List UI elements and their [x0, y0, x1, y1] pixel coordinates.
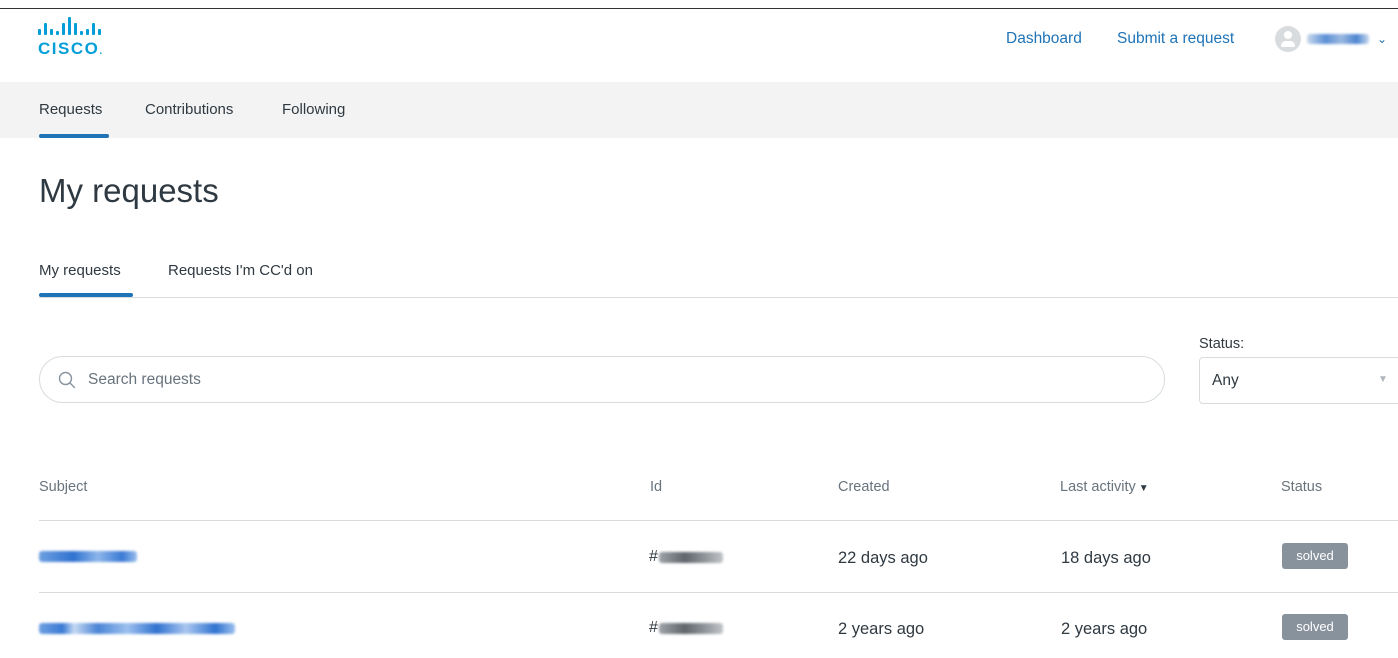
cisco-logo-bars-icon [38, 17, 138, 35]
request-subject-link-redacted[interactable] [39, 623, 235, 634]
column-header-created: Created [838, 479, 890, 495]
table-divider [39, 520, 1398, 521]
user-menu-button[interactable]: ⌄ [1275, 26, 1387, 52]
column-header-last-activity-label: Last activity [1060, 479, 1136, 495]
request-id: # [649, 619, 723, 637]
cisco-logo-wordmark: CISCO. [38, 39, 104, 58]
search-input[interactable] [88, 357, 1138, 402]
request-created: 22 days ago [838, 549, 928, 567]
caret-down-icon: ▼ [1378, 374, 1388, 385]
request-created: 2 years ago [838, 620, 925, 638]
table-divider [39, 592, 1398, 593]
sort-descending-icon: ▼ [1138, 483, 1149, 494]
subnav-item-contributions[interactable]: Contributions [145, 101, 233, 118]
status-filter-label: Status: [1199, 336, 1245, 352]
cisco-logo[interactable]: CISCO. [38, 17, 138, 67]
request-id-redacted [658, 622, 723, 634]
request-id-redacted [658, 551, 723, 563]
dashboard-link[interactable]: Dashboard [1006, 30, 1082, 48]
request-last-activity: 18 days ago [1061, 549, 1151, 567]
column-header-subject: Subject [39, 479, 88, 495]
site-header: CISCO. Dashboard Submit a request ⌄ [0, 9, 1398, 82]
request-id: # [649, 548, 723, 566]
status-filter-value: Any [1212, 372, 1239, 389]
chevron-down-icon: ⌄ [1377, 32, 1388, 46]
submit-request-link[interactable]: Submit a request [1117, 30, 1234, 48]
status-badge: solved [1282, 614, 1348, 640]
tab-my-requests[interactable]: My requests [39, 262, 121, 279]
profile-subnav: Requests Contributions Following [0, 82, 1398, 138]
page-title: My requests [39, 172, 219, 209]
request-tabs: My requests Requests I'm CC'd on [39, 262, 1398, 298]
status-filter-select[interactable]: Any ▼ [1199, 357, 1398, 404]
tab-active-indicator [39, 293, 133, 297]
column-header-last-activity[interactable]: Last activity ▼ [1060, 479, 1149, 495]
request-subject-link-redacted[interactable] [39, 551, 137, 562]
tab-requests-cc[interactable]: Requests I'm CC'd on [168, 262, 313, 279]
request-last-activity: 2 years ago [1061, 620, 1148, 638]
user-name-redacted [1307, 34, 1369, 44]
avatar [1275, 26, 1301, 52]
subnav-item-requests[interactable]: Requests [39, 101, 102, 118]
search-icon [58, 371, 76, 389]
subnav-item-following[interactable]: Following [282, 101, 345, 118]
subnav-active-indicator [39, 134, 109, 138]
column-header-status: Status [1281, 479, 1323, 495]
search-box[interactable] [39, 356, 1165, 403]
column-header-id: Id [650, 479, 663, 495]
status-badge: solved [1282, 543, 1348, 569]
